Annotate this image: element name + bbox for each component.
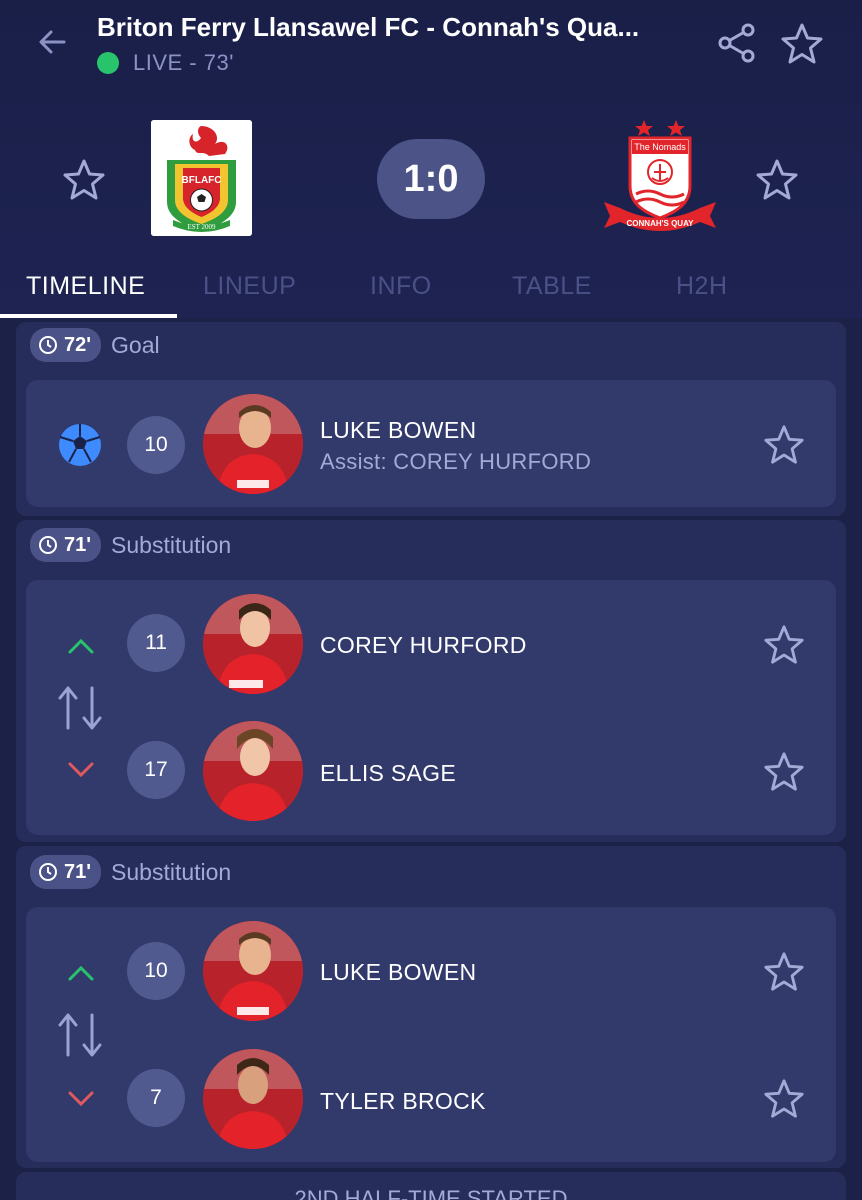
event-type: Substitution <box>111 531 232 558</box>
event-time: 71' <box>64 860 92 883</box>
away-team-logo[interactable]: The Nomads CONNAH'S QUAY <box>600 116 720 242</box>
tab-timeline[interactable]: TIMELINE <box>26 272 145 301</box>
event-time-badge: 71' <box>30 528 102 562</box>
event-header: 72' Goal <box>30 328 160 362</box>
event-time: 71' <box>64 533 92 556</box>
live-status-text: LIVE - 73' <box>133 50 234 75</box>
home-team-logo[interactable]: BFLAFC EST 2009 <box>151 120 252 236</box>
away-logo-banner: CONNAH'S QUAY <box>627 219 695 228</box>
active-tab-indicator <box>0 314 177 318</box>
player-out-avatar <box>203 721 303 821</box>
event-time-badge: 71' <box>30 855 102 889</box>
sub-in-arrow-icon <box>68 965 94 981</box>
player-out-name: TYLER BROCK <box>320 1088 486 1114</box>
sub-in-arrow-icon <box>68 638 94 654</box>
favorite-player-star-icon[interactable] <box>763 951 805 993</box>
score-display: 1:0 <box>377 139 485 219</box>
sub-out-arrow-icon <box>68 762 94 778</box>
player-number: 10 <box>127 416 185 474</box>
player-in-name: COREY HURFORD <box>320 632 527 658</box>
favorite-player-star-icon[interactable] <box>763 751 805 793</box>
player-in-name: LUKE BOWEN <box>320 959 477 985</box>
tab-table[interactable]: TABLE <box>512 272 592 301</box>
goal-card[interactable]: 10 LUKE BOWEN Assist: COREY HURFORD <box>26 380 836 507</box>
player-out-name: ELLIS SAGE <box>320 760 456 786</box>
player-in-number: 11 <box>127 614 185 672</box>
share-icon[interactable] <box>716 22 758 64</box>
event-type: Goal <box>111 331 160 358</box>
sub-out-arrow-icon <box>68 1091 94 1107</box>
player-in-avatar <box>203 594 303 694</box>
assist-text: Assist: COREY HURFORD <box>320 449 592 474</box>
event-time-badge: 72' <box>30 328 102 362</box>
live-indicator-icon <box>97 52 119 74</box>
away-logo-text: The Nomads <box>634 142 686 152</box>
match-header: Briton Ferry Llansawel FC - Connah's Qua… <box>0 0 862 318</box>
event-header: 71' Substitution <box>30 528 231 562</box>
favorite-player-star-icon[interactable] <box>763 1078 805 1120</box>
player-out-avatar <box>203 1049 303 1149</box>
player-avatar <box>203 394 303 494</box>
player-name: LUKE BOWEN <box>320 417 477 443</box>
swap-icon <box>58 1013 102 1057</box>
event-type: Substitution <box>111 858 232 885</box>
player-in-avatar <box>203 921 303 1021</box>
swap-icon <box>58 686 102 730</box>
home-logo-text: BFLAFC <box>182 175 222 186</box>
tab-lineup[interactable]: LINEUP <box>203 272 296 301</box>
player-out-number: 7 <box>127 1069 185 1127</box>
tab-info[interactable]: INFO <box>370 272 432 301</box>
tab-bar: TIMELINE LINEUP INFO TABLE H2H <box>0 262 862 318</box>
clock-icon <box>39 536 57 554</box>
substitution-card[interactable]: 11 COREY HURFORD 17 ELLIS SAGE <box>26 580 836 835</box>
match-title: Briton Ferry Llansawel FC - Connah's Qua… <box>97 12 640 42</box>
goal-ball-icon <box>59 424 101 466</box>
player-in-number: 10 <box>127 942 185 1000</box>
favorite-match-star-icon[interactable] <box>780 22 824 66</box>
event-time: 72' <box>64 333 92 356</box>
clock-icon <box>39 336 57 354</box>
tab-h2h[interactable]: H2H <box>676 272 728 301</box>
favorite-player-star-icon[interactable] <box>763 624 805 666</box>
half-time-label: 2ND HALF-TIME STARTED <box>16 1172 846 1200</box>
back-arrow-icon[interactable] <box>36 26 68 58</box>
event-header: 71' Substitution <box>30 855 231 889</box>
favorite-home-team-star-icon[interactable] <box>62 158 106 202</box>
favorite-away-team-star-icon[interactable] <box>755 158 799 202</box>
live-status: LIVE - 73' <box>97 50 234 76</box>
home-logo-est: EST 2009 <box>187 223 216 231</box>
player-out-number: 17 <box>127 741 185 799</box>
favorite-player-star-icon[interactable] <box>763 424 805 466</box>
substitution-card[interactable]: 10 LUKE BOWEN 7 TYLER BROCK <box>26 907 836 1162</box>
clock-icon <box>39 863 57 881</box>
